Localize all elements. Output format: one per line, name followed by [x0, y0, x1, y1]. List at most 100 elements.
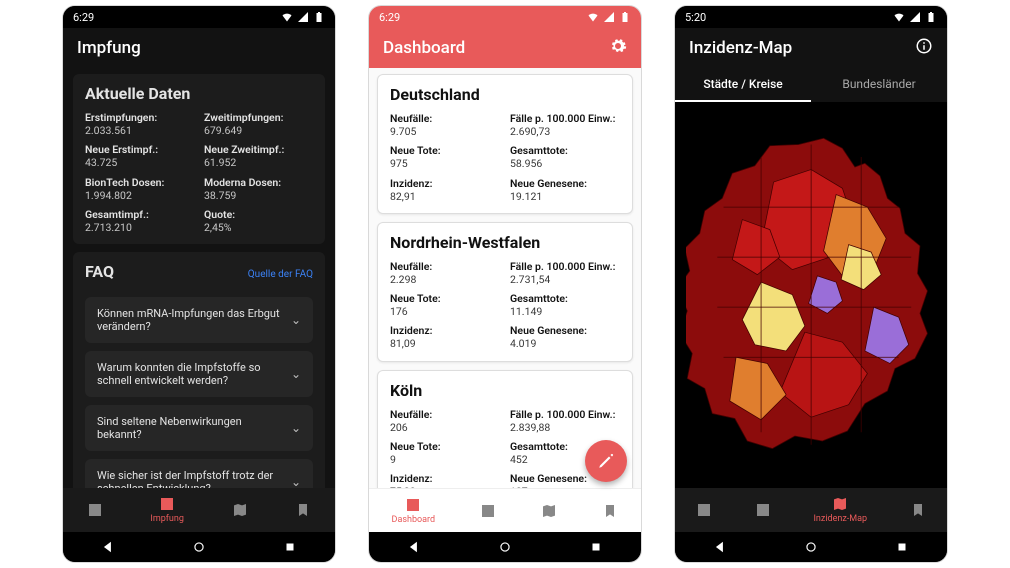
faq-item[interactable]: Wie sicher ist der Impfstoff trotz der s… — [85, 459, 313, 488]
signal-icon — [603, 11, 615, 23]
back-icon[interactable] — [407, 540, 421, 554]
chart-icon — [405, 497, 421, 513]
region-card-deutschland: Deutschland Neufälle:9.705 Fälle p. 100.… — [377, 74, 633, 214]
chevron-down-icon: ⌄ — [291, 475, 301, 488]
wifi-icon — [587, 11, 599, 23]
recent-icon[interactable] — [283, 540, 297, 554]
bottom-nav: Dashboard — [369, 488, 641, 532]
stat: Fälle p. 100.000 Einw.:2.690,73 — [510, 112, 620, 138]
phone-dashboard: 6:29 Dashboard Deutschland Neufälle:9.70… — [369, 6, 641, 562]
home-icon[interactable] — [192, 540, 206, 554]
card-heading: Aktuelle Daten — [85, 84, 313, 103]
wifi-icon — [893, 11, 905, 23]
stat: Fälle p. 100.000 Einw.:2.731,54 — [510, 260, 620, 286]
phone-impfung: 6:29 Impfung Aktuelle Daten Erstimpfunge… — [63, 6, 335, 562]
android-nav-bar — [369, 532, 641, 562]
stat: Neufälle:9.705 — [390, 112, 500, 138]
nav-map[interactable] — [232, 502, 248, 518]
faq-source-link[interactable]: Quelle der FAQ — [248, 269, 313, 280]
info-button[interactable] — [915, 37, 933, 60]
stat: Gesamtimpf.:2.713.210 — [85, 208, 194, 234]
bookmark-icon — [602, 503, 618, 519]
status-time: 5:20 — [685, 11, 706, 24]
nav-impfung[interactable] — [755, 502, 771, 518]
app-bar: Inzidenz-Map — [675, 28, 947, 68]
faq-item[interactable]: Sind seltene Nebenwirkungen bekannt? ⌄ — [85, 405, 313, 451]
nav-impfung[interactable] — [480, 503, 496, 519]
nav-impfung[interactable]: Impfung — [150, 496, 184, 524]
android-nav-bar — [63, 532, 335, 562]
recent-icon[interactable] — [589, 540, 603, 554]
map-tabs: Städte / Kreise Bundesländer — [675, 68, 947, 102]
back-icon[interactable] — [101, 540, 115, 554]
faq-item[interactable]: Können mRNA-Impfungen das Erbgut verände… — [85, 297, 313, 343]
stat: Fälle p. 100.000 Einw.:2.839,88 — [510, 408, 620, 434]
tab-staedte-kreise[interactable]: Städte / Kreise — [675, 68, 811, 102]
germany-map[interactable] — [675, 102, 947, 488]
status-bar: 6:29 — [63, 6, 335, 28]
faq-card: FAQ Quelle der FAQ Können mRNA-Impfungen… — [73, 252, 325, 488]
page-title: Inzidenz-Map — [689, 38, 792, 58]
nav-map[interactable] — [541, 503, 557, 519]
stat: Neue Tote:176 — [390, 292, 500, 318]
signal-icon — [297, 11, 309, 23]
stat: Erstimpfungen:2.033.561 — [85, 111, 194, 137]
stat: Gesamttote:58.956 — [510, 144, 620, 170]
stat: Neue Tote:975 — [390, 144, 500, 170]
medical-icon — [159, 496, 175, 512]
signal-icon — [909, 11, 921, 23]
battery-icon — [313, 11, 325, 23]
chevron-down-icon: ⌄ — [291, 313, 301, 327]
stat: Zweitimpfungen:679.649 — [204, 111, 313, 137]
android-nav-bar — [675, 532, 947, 562]
recent-icon[interactable] — [895, 540, 909, 554]
bottom-nav: Impfung — [63, 488, 335, 532]
bottom-nav: Inzidenz-Map — [675, 488, 947, 532]
info-icon — [915, 37, 933, 55]
home-icon[interactable] — [498, 540, 512, 554]
stat: Inzidenz:82,91 — [390, 177, 500, 203]
map-icon — [832, 496, 848, 512]
stat: Neue Zweitimpf.:61.952 — [204, 143, 313, 169]
stat: Quote:2,45% — [204, 208, 313, 234]
status-time: 6:29 — [379, 11, 400, 24]
nav-dashboard[interactable]: Dashboard — [392, 497, 436, 525]
nav-map[interactable]: Inzidenz-Map — [813, 496, 867, 524]
chart-icon — [696, 502, 712, 518]
nav-news[interactable] — [910, 502, 926, 518]
battery-icon — [619, 11, 631, 23]
faq-item[interactable]: Warum konnten die Impfstoffe so schnell … — [85, 351, 313, 397]
status-bar: 6:29 — [369, 6, 641, 28]
back-icon[interactable] — [713, 540, 727, 554]
nav-news[interactable] — [295, 502, 311, 518]
gear-icon — [609, 37, 627, 55]
stat: Neufälle:206 — [390, 408, 500, 434]
nav-dashboard[interactable] — [87, 502, 103, 518]
nav-news[interactable] — [602, 503, 618, 519]
faq-heading: FAQ — [85, 262, 114, 281]
stat: Moderna Dosen:38.759 — [204, 176, 313, 202]
settings-button[interactable] — [609, 37, 627, 60]
page-title: Dashboard — [383, 38, 465, 58]
chart-icon — [87, 502, 103, 518]
chevron-down-icon: ⌄ — [291, 421, 301, 435]
map-icon — [232, 502, 248, 518]
nav-dashboard[interactable] — [696, 502, 712, 518]
stat: Neue Tote:9 — [390, 440, 500, 466]
content-area: Aktuelle Daten Erstimpfungen:2.033.561 Z… — [63, 68, 335, 488]
region-name: Nordrhein-Westfalen — [390, 233, 620, 252]
region-name: Deutschland — [390, 85, 620, 104]
region-card-nrw: Nordrhein-Westfalen Neufälle:2.298 Fälle… — [377, 222, 633, 362]
app-bar: Impfung — [63, 28, 335, 68]
chevron-down-icon: ⌄ — [291, 367, 301, 381]
tab-bundeslaender[interactable]: Bundesländer — [811, 68, 947, 102]
map-icon — [541, 503, 557, 519]
stat: Inzidenz:75,38 — [390, 472, 500, 488]
status-time: 6:29 — [73, 11, 94, 24]
bookmark-icon — [910, 502, 926, 518]
edit-fab[interactable] — [585, 440, 627, 482]
status-icons — [587, 11, 631, 23]
home-icon[interactable] — [804, 540, 818, 554]
battery-icon — [925, 11, 937, 23]
status-bar: 5:20 — [675, 6, 947, 28]
